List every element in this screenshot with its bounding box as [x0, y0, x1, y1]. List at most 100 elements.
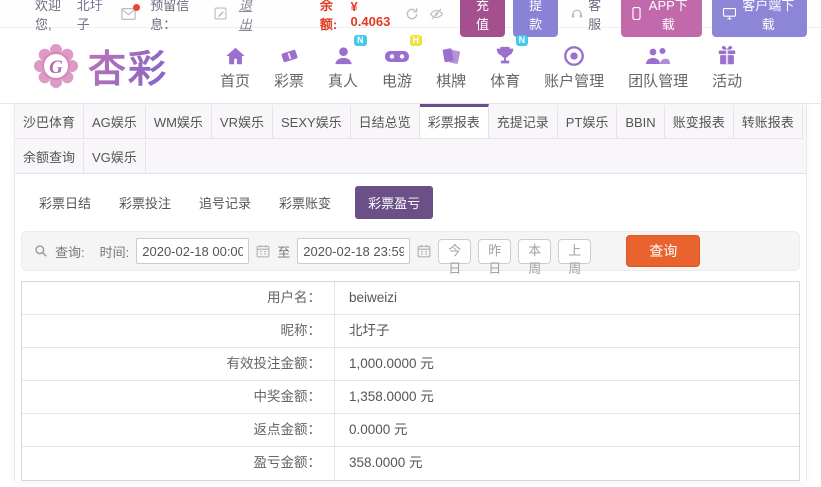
nav-item-account-management[interactable]: 账户管理: [544, 41, 604, 91]
query-label: 查询:: [55, 242, 85, 261]
end-time-input[interactable]: [297, 238, 410, 264]
main-nav: 首页 彩票 N 真人 H 电游 棋牌: [220, 41, 742, 91]
main-panel: 沙巴体育 AG娱乐 WM娱乐 VR娱乐 SEXY娱乐 日结总览 彩票报表 充提记…: [14, 104, 807, 481]
logout-link[interactable]: 退出: [239, 0, 262, 33]
gift-icon: [716, 41, 738, 67]
tab-saba-sports[interactable]: 沙巴体育: [15, 104, 84, 139]
to-label: 至: [277, 242, 290, 261]
nav-item-egames[interactable]: H 电游: [382, 41, 412, 91]
team-icon: [645, 41, 671, 67]
tab-transfer-report[interactable]: 转账报表: [734, 104, 803, 139]
row-label: 盈亏金额：: [22, 447, 335, 480]
gamepad-icon: H: [384, 41, 410, 67]
notification-dot: [133, 4, 140, 11]
row-value: 北圩子: [335, 315, 799, 347]
nav-label: 真人: [328, 70, 358, 91]
lottery-subtabs: 彩票日结 彩票投注 追号记录 彩票账变 彩票盈亏: [15, 174, 806, 229]
badge-n: N: [516, 35, 529, 46]
monitor-icon: [723, 8, 736, 20]
brand-name: 杏彩: [88, 38, 168, 93]
trophy-icon: N: [494, 41, 516, 67]
nav-item-lottery[interactable]: 彩票: [274, 41, 304, 91]
nav-item-sports[interactable]: N 体育: [490, 41, 520, 91]
cards-icon: [439, 41, 463, 67]
tab-bbin[interactable]: BBIN: [617, 104, 664, 139]
reserved-info-label: 预留信息：: [150, 0, 208, 33]
customer-service-link[interactable]: 客服: [570, 0, 609, 33]
subtab-lottery-profit[interactable]: 彩票盈亏: [355, 186, 433, 219]
nav-label: 团队管理: [628, 70, 688, 91]
query-panel: 查询: 时间: 至 今日 昨日 本周 上周 查询: [21, 231, 800, 271]
time-label: 时间:: [100, 242, 130, 261]
nav-label: 活动: [712, 70, 742, 91]
row-value: 358.0000 元: [335, 447, 799, 480]
tab-lottery-report[interactable]: 彩票报表: [420, 104, 489, 139]
subtab-chase-records[interactable]: 追号记录: [195, 186, 255, 219]
recharge-button[interactable]: 充值: [460, 0, 505, 37]
start-time-input[interactable]: [136, 238, 249, 264]
tab-ag[interactable]: AG娱乐: [84, 104, 146, 139]
badge-n: N: [354, 35, 367, 46]
hide-balance-eye-off-icon[interactable]: [429, 7, 444, 21]
customer-service-label: 客服: [588, 0, 609, 33]
tab-sexy[interactable]: SEXY娱乐: [273, 104, 351, 139]
tab-vg[interactable]: VG娱乐: [84, 139, 146, 173]
profit-report-table: 用户名： beiweizi 昵称： 北圩子 有效投注金额： 1,000.0000…: [21, 281, 800, 481]
subtab-lottery-account-change[interactable]: 彩票账变: [275, 186, 335, 219]
subtab-lottery-daily[interactable]: 彩票日结: [35, 186, 95, 219]
nav-label: 账户管理: [544, 70, 604, 91]
tab-balance-query[interactable]: 余额查询: [15, 139, 84, 173]
nav-item-live-casino[interactable]: N 真人: [328, 41, 358, 91]
row-value: 0.0000 元: [335, 414, 799, 446]
calendar-icon[interactable]: [256, 244, 270, 258]
search-icon: [34, 244, 48, 258]
withdraw-button[interactable]: 提款: [513, 0, 558, 37]
tab-account-change-report[interactable]: 账变报表: [665, 104, 734, 139]
table-row-winnings: 中奖金额： 1,358.0000 元: [22, 381, 799, 414]
row-value: 1,000.0000 元: [335, 348, 799, 380]
table-row-nickname: 昵称： 北圩子: [22, 315, 799, 348]
flower-logo-icon: G: [32, 42, 80, 90]
report-tabs: 沙巴体育 AG娱乐 WM娱乐 VR娱乐 SEXY娱乐 日结总览 彩票报表 充提记…: [15, 104, 806, 174]
tab-pt[interactable]: PT娱乐: [558, 104, 618, 139]
refresh-balance-icon[interactable]: [405, 7, 419, 21]
home-icon: [224, 41, 247, 67]
edit-icon[interactable]: [214, 7, 227, 20]
nav-label: 棋牌: [436, 70, 466, 91]
account-circle-icon: [563, 41, 585, 67]
nav-item-promotions[interactable]: 活动: [712, 41, 742, 91]
app-download-label: APP下载: [646, 0, 690, 33]
tab-deposit-withdraw-records[interactable]: 充提记录: [489, 104, 558, 139]
tab-row-filler: [803, 104, 806, 139]
client-download-label: 客户端下载: [741, 0, 796, 33]
nav-label: 电游: [382, 70, 412, 91]
calendar-icon[interactable]: [417, 244, 431, 258]
quick-yesterday-button[interactable]: 昨日: [478, 239, 511, 264]
message-envelope-icon[interactable]: [121, 8, 136, 20]
subtab-lottery-bets[interactable]: 彩票投注: [115, 186, 175, 219]
ticket-icon: [278, 41, 301, 67]
quick-last-week-button[interactable]: 上周: [558, 239, 591, 264]
quick-today-button[interactable]: 今日: [438, 239, 471, 264]
tab-row-filler: [146, 139, 806, 173]
app-download-button[interactable]: APP下载: [621, 0, 701, 37]
header: G 杏彩 首页 彩票 N 真人 H: [0, 28, 821, 104]
row-label: 中奖金额：: [22, 381, 335, 413]
quick-this-week-button[interactable]: 本周: [518, 239, 551, 264]
headset-icon: [570, 7, 584, 20]
client-download-button[interactable]: 客户端下载: [712, 0, 807, 37]
table-row-valid-bets: 有效投注金额： 1,000.0000 元: [22, 348, 799, 381]
tab-vr[interactable]: VR娱乐: [212, 104, 273, 139]
query-submit-button[interactable]: 查询: [626, 235, 700, 267]
nav-item-home[interactable]: 首页: [220, 41, 250, 91]
topbar: 欢迎您, 北圩子 预留信息： 退出 余额: ¥ 0.4063 充值 提款 客服 …: [0, 0, 821, 28]
nav-label: 彩票: [274, 70, 304, 91]
row-value: beiweizi: [335, 282, 799, 314]
row-label: 用户名：: [22, 282, 335, 314]
nav-item-team-management[interactable]: 团队管理: [628, 41, 688, 91]
tab-daily-summary[interactable]: 日结总览: [351, 104, 420, 139]
table-row-rebate: 返点金额： 0.0000 元: [22, 414, 799, 447]
tab-wm[interactable]: WM娱乐: [146, 104, 212, 139]
brand-logo[interactable]: G 杏彩: [32, 38, 192, 93]
nav-item-chess-cards[interactable]: 棋牌: [436, 41, 466, 91]
